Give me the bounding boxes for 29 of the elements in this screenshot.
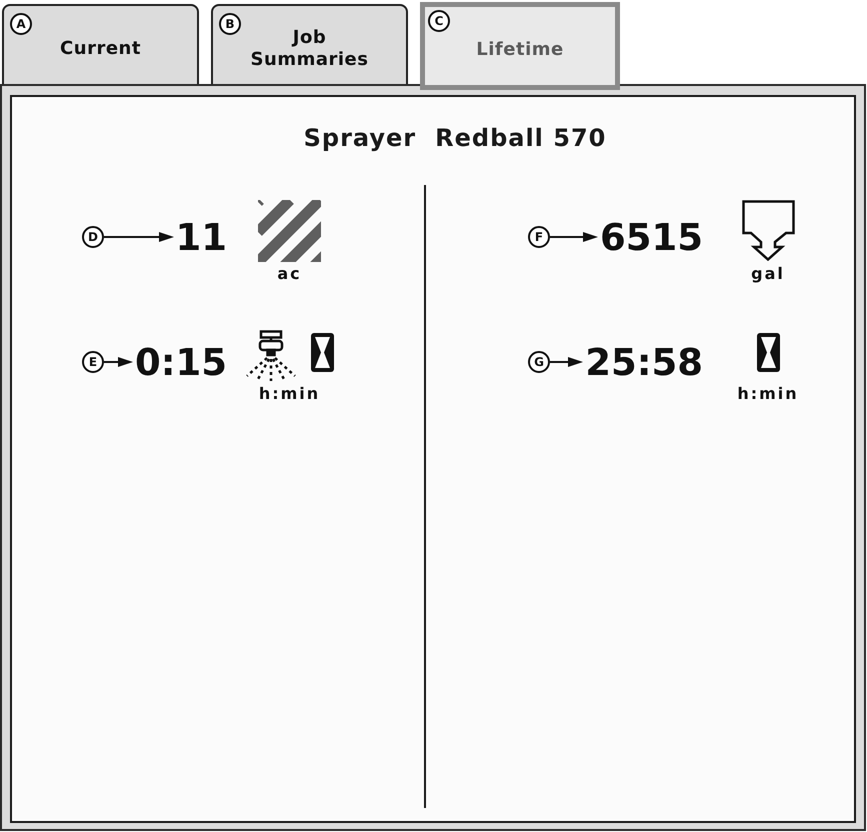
tab[interactable]: A Current: [2, 4, 199, 84]
unit-label: h:min: [258, 386, 320, 402]
machine-name-label: Redball 570: [435, 124, 606, 152]
hourglass-icon: [756, 333, 780, 372]
callout-marker: G: [528, 351, 550, 373]
hourglass-icon: [311, 333, 334, 372]
leader-arrow: [104, 232, 174, 242]
unit-label: ac: [277, 266, 302, 282]
callout-marker: C: [428, 10, 450, 32]
unit-label: h:min: [737, 386, 799, 402]
tab[interactable]: C Lifetime: [420, 2, 620, 90]
hatched-square-icon: [258, 200, 321, 262]
callout-marker: B: [219, 13, 241, 35]
callout-marker: E: [82, 351, 104, 373]
machine-type-label: Sprayer: [304, 124, 416, 152]
leader-arrow: [104, 357, 133, 367]
spray-nozzle-icon: [245, 330, 297, 382]
reading-value: 0:15: [134, 344, 227, 380]
reading-value: 11: [176, 218, 227, 256]
tank-arrow-icon: [742, 200, 794, 261]
leader-arrow: [550, 357, 584, 367]
leader-arrow: [550, 232, 598, 242]
tab[interactable]: B Job Summaries: [211, 4, 408, 84]
callout-marker: D: [82, 226, 104, 248]
reading-value: 6515: [600, 218, 703, 256]
callout-marker: F: [528, 226, 550, 248]
unit-label: gal: [751, 266, 785, 282]
callout-marker: A: [10, 13, 32, 35]
reading-value: 25:58: [585, 344, 703, 380]
